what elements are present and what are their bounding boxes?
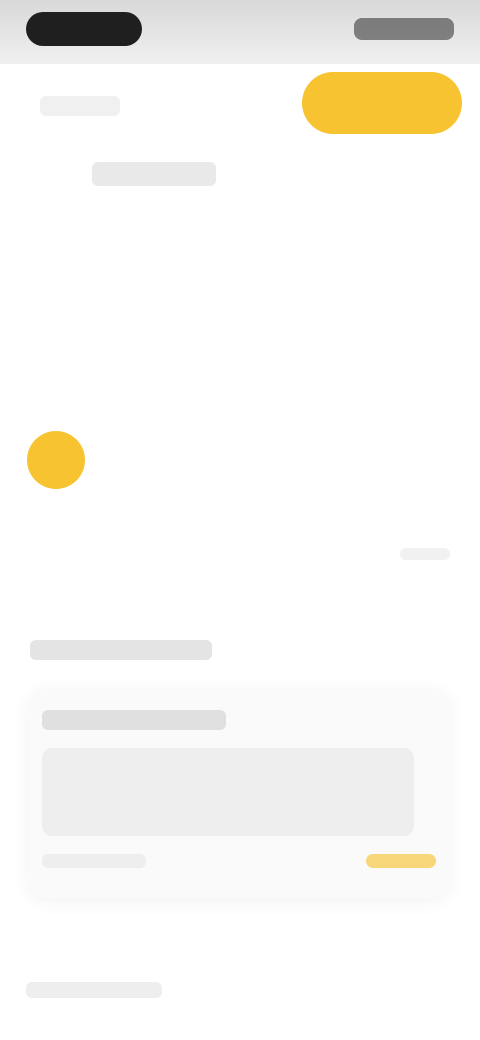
calendar-day[interactable]: [34, 270, 78, 314]
calendar-screen: [0, 0, 480, 1040]
calendar-day[interactable]: [280, 382, 324, 426]
calendar-day[interactable]: [96, 438, 140, 482]
calendar-day[interactable]: [342, 326, 386, 370]
calendar-day[interactable]: [342, 270, 386, 314]
status-bar: [0, 0, 480, 64]
event-card-action-button[interactable]: [366, 854, 436, 868]
calendar-day[interactable]: [96, 326, 140, 370]
status-pill: [26, 12, 142, 46]
weekday-label: [282, 225, 322, 243]
calendar-day[interactable]: [96, 494, 140, 538]
calendar-day[interactable]: [34, 382, 78, 426]
calendar-day-selected[interactable]: [27, 431, 85, 489]
month-title: [92, 162, 216, 186]
bottom-link[interactable]: [26, 982, 162, 998]
weekday-label: [98, 225, 138, 243]
calendar-day[interactable]: [158, 326, 202, 370]
calendar-day[interactable]: [218, 326, 262, 370]
calendar-day[interactable]: [218, 270, 262, 314]
primary-action-button[interactable]: [302, 72, 462, 134]
calendar-day[interactable]: [218, 382, 262, 426]
calendar-day[interactable]: [402, 326, 446, 370]
calendar-day[interactable]: [402, 438, 446, 482]
calendar-day[interactable]: [280, 270, 324, 314]
back-button[interactable]: [40, 96, 120, 116]
weekday-label: [160, 225, 200, 243]
calendar-day[interactable]: [158, 382, 202, 426]
calendar-footer-link[interactable]: [400, 548, 450, 560]
status-icons: [354, 18, 454, 40]
calendar-day[interactable]: [342, 438, 386, 482]
section-title: [30, 640, 212, 660]
weekday-label: [404, 225, 444, 243]
weekday-label: [344, 225, 384, 243]
event-card-description: [42, 748, 414, 836]
calendar-day[interactable]: [280, 438, 324, 482]
calendar-day[interactable]: [158, 270, 202, 314]
calendar-day[interactable]: [34, 326, 78, 370]
calendar-day[interactable]: [402, 270, 446, 314]
calendar-day[interactable]: [218, 438, 262, 482]
calendar-day[interactable]: [96, 270, 140, 314]
calendar-day[interactable]: [96, 382, 140, 426]
calendar-day[interactable]: [402, 382, 446, 426]
event-card-title: [42, 710, 226, 730]
weekday-label: [220, 225, 260, 243]
calendar-day[interactable]: [158, 494, 202, 538]
event-card-meta: [42, 854, 146, 868]
weekday-label: [36, 225, 76, 243]
calendar-day[interactable]: [280, 326, 324, 370]
calendar-day[interactable]: [34, 494, 78, 538]
calendar-day[interactable]: [158, 438, 202, 482]
event-card[interactable]: [28, 688, 450, 898]
calendar-day[interactable]: [342, 382, 386, 426]
